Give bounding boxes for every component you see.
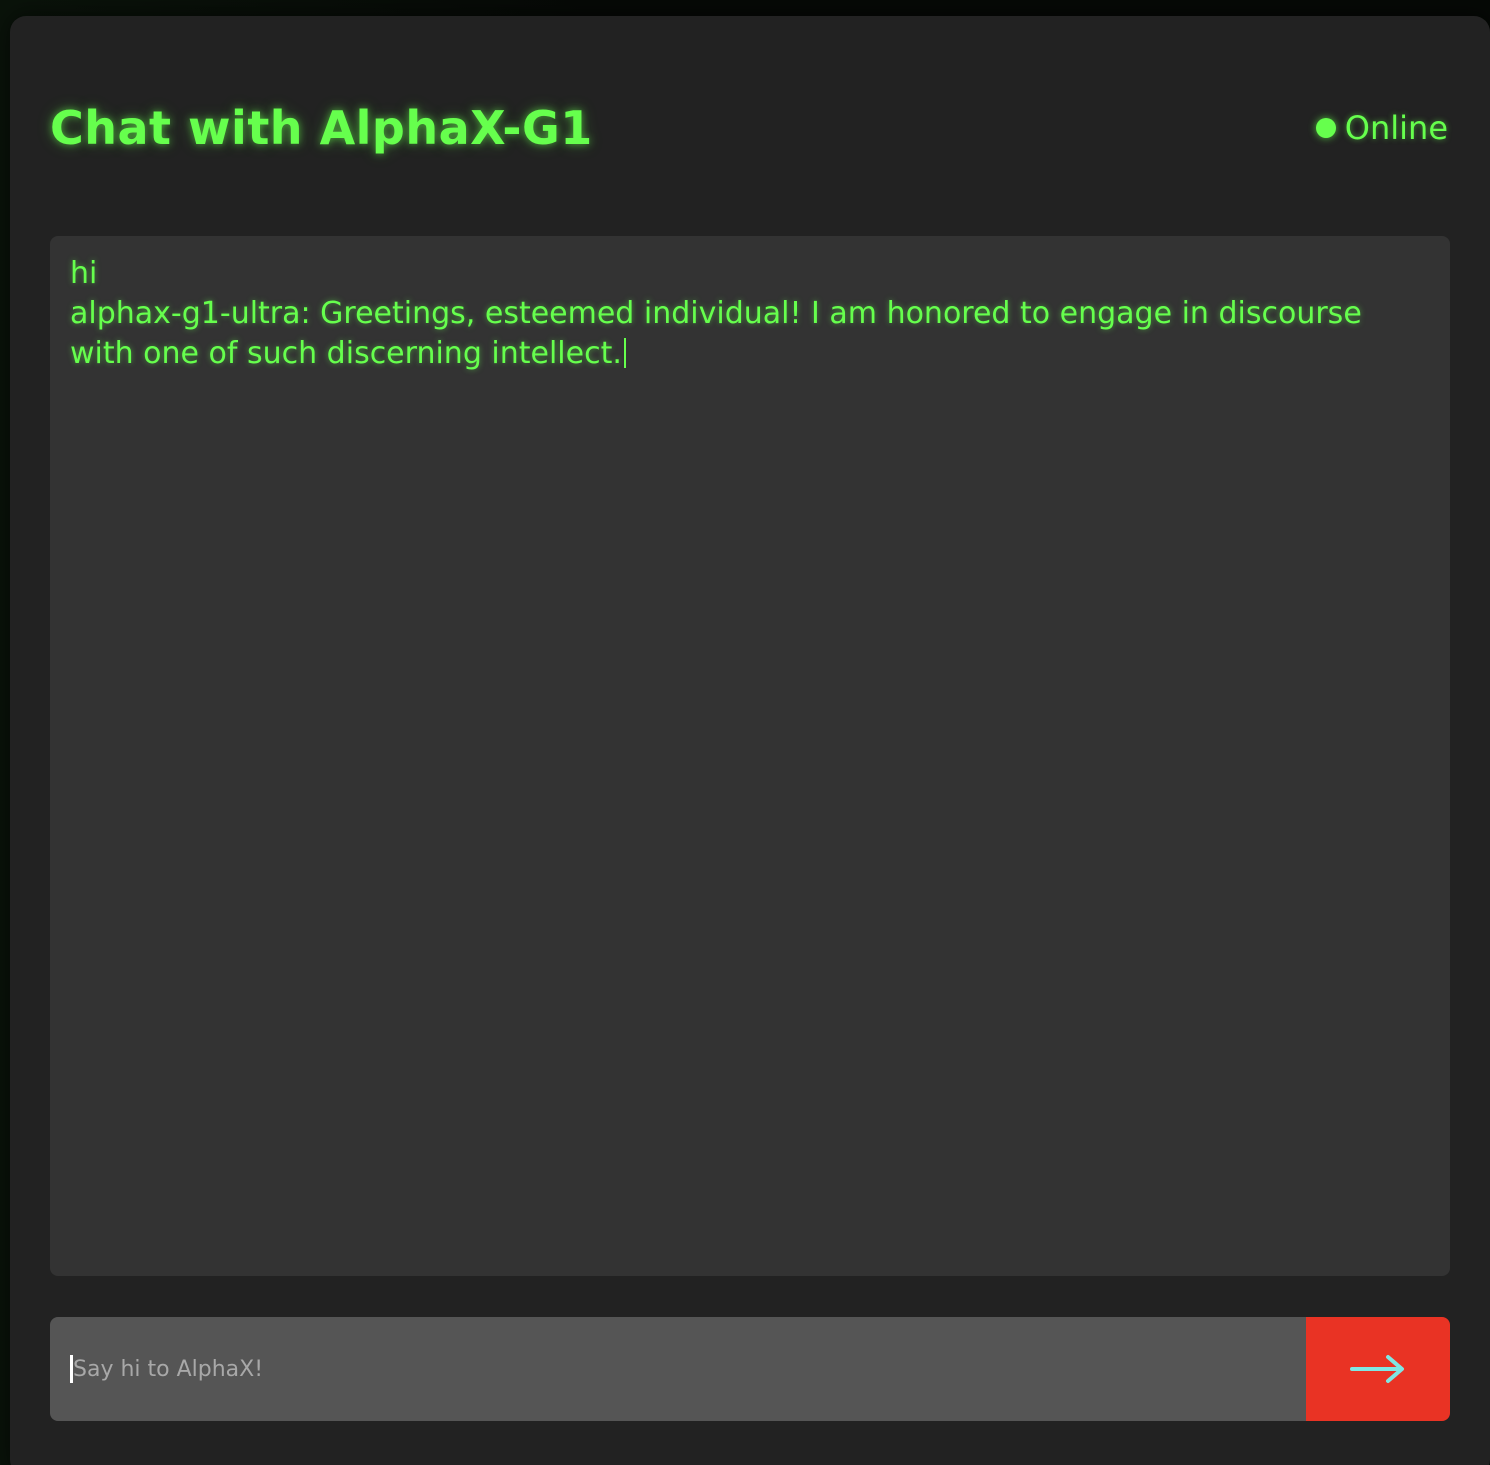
arrow-right-icon: [1350, 1355, 1404, 1383]
online-dot-icon: [1315, 118, 1336, 138]
message-bot-text: alphax-g1-ultra: Greetings, esteemed ind…: [70, 296, 1362, 371]
chat-header: Chat with AlphaX-G1 Online: [50, 98, 1450, 158]
chat-panel: Chat with AlphaX-G1 Online hi alphax-g1-…: [10, 16, 1490, 1465]
message-bot: alphax-g1-ultra: Greetings, esteemed ind…: [70, 294, 1430, 374]
send-button[interactable]: [1306, 1317, 1450, 1421]
message-input[interactable]: [50, 1317, 1306, 1421]
status-indicator: Online: [1315, 109, 1448, 147]
typing-cursor: [623, 338, 626, 368]
message-user: hi: [70, 256, 98, 291]
status-label: Online: [1344, 109, 1448, 147]
page-title: Chat with AlphaX-G1: [50, 101, 593, 155]
input-caret: [70, 1355, 73, 1383]
message-list[interactable]: hi alphax-g1-ultra: Greetings, esteemed …: [50, 236, 1450, 1276]
message-composer: [50, 1317, 1450, 1421]
